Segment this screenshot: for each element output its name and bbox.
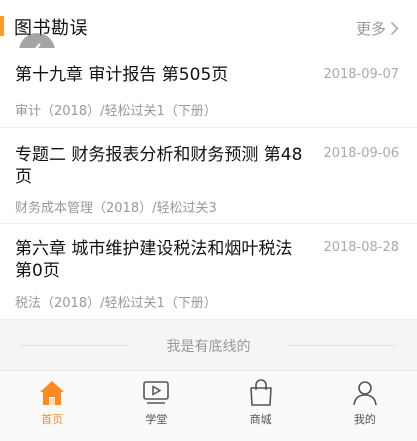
errata-item[interactable]: 专题二 财务报表分析和财务预测 第48页 2018-09-06 财务成本管理（2… (0, 128, 417, 224)
end-of-list-note: 我是有底线的 (0, 320, 417, 370)
tab-mall[interactable]: 商城 (209, 371, 313, 441)
tab-label: 我的 (353, 413, 376, 426)
tab-label: 商城 (249, 413, 272, 426)
errata-item[interactable]: 第六章 城市维护建设税法和烟叶税法 第0页 2018-08-28 税法（2018… (0, 224, 417, 320)
tab-classroom[interactable]: 学堂 (104, 371, 208, 441)
more-label: 更多 (355, 20, 386, 38)
shopping-bag-icon (249, 379, 272, 406)
video-icon (143, 381, 170, 404)
user-icon (353, 381, 377, 406)
more-link[interactable]: 更多 (356, 18, 399, 39)
errata-list: 第十九章 审计报告 第505页 2018-09-07 审计（2018）/轻松过关… (0, 48, 417, 320)
bottom-tab-bar: 首页 学堂 商城 我的 (0, 370, 417, 441)
tab-home[interactable]: 首页 (0, 371, 104, 441)
home-icon (40, 381, 65, 405)
header-accent-bar (0, 16, 4, 36)
section-header: 图书勘误 更多 (0, 0, 417, 48)
tab-mine[interactable]: 我的 (313, 371, 417, 441)
errata-source: 税法（2018）/轻松过关1（下册） (15, 296, 217, 311)
errata-source: 审计（2018）/轻松过关1（下册） (15, 104, 217, 119)
errata-date: 2018-09-07 (323, 67, 399, 82)
errata-date: 2018-08-28 (323, 240, 399, 255)
errata-title: 专题二 财务报表分析和财务预测 第48页 (15, 145, 303, 187)
errata-date: 2018-09-06 (323, 146, 399, 161)
chevron-right-icon (390, 21, 399, 36)
errata-source: 财务成本管理（2018）/轻松过关3 (15, 201, 217, 216)
end-of-list-text: 我是有底线的 (166, 339, 251, 355)
errata-item[interactable]: 第十九章 审计报告 第505页 2018-09-07 审计（2018）/轻松过关… (0, 48, 417, 128)
errata-title: 第十九章 审计报告 第505页 (15, 65, 229, 85)
tab-label: 学堂 (145, 413, 168, 426)
errata-title: 第六章 城市维护建设税法和烟叶税法 第0页 (15, 239, 293, 281)
divider-right (287, 345, 397, 346)
tab-label: 首页 (41, 413, 64, 426)
